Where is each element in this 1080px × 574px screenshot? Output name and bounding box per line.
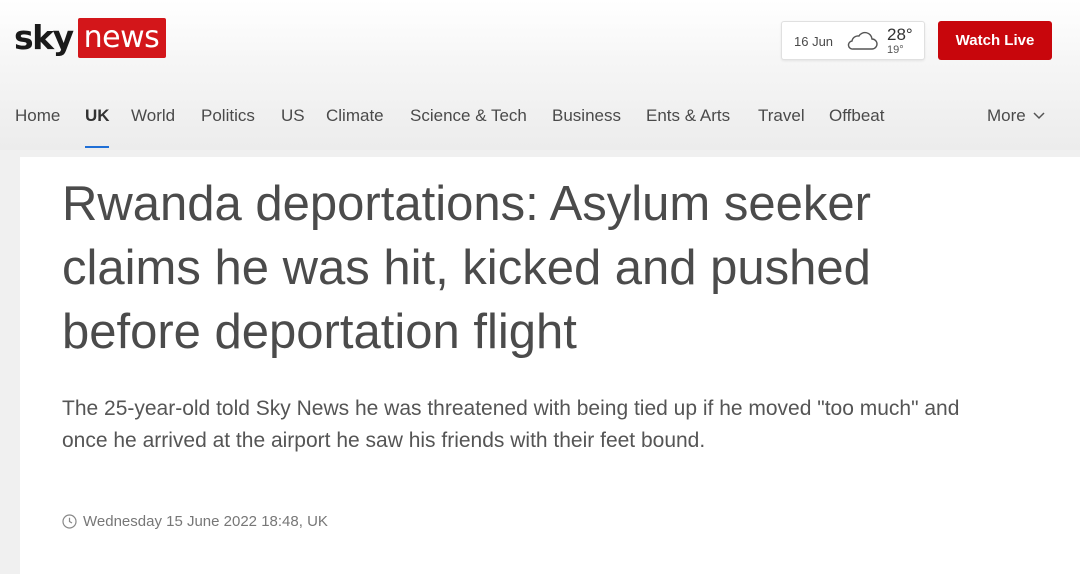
nav-item-science-tech[interactable]: Science & Tech bbox=[410, 106, 527, 126]
logo-sky-text: sky bbox=[14, 18, 74, 57]
nav-item-politics[interactable]: Politics bbox=[201, 106, 255, 126]
timestamp-text: Wednesday 15 June 2022 18:48, UK bbox=[83, 513, 328, 530]
watch-live-button[interactable]: Watch Live bbox=[938, 21, 1052, 60]
weather-widget[interactable]: 16 Jun 28° 19° bbox=[781, 21, 925, 60]
article-timestamp: Wednesday 15 June 2022 18:48, UK bbox=[62, 513, 328, 530]
weather-low-temp: 19° bbox=[887, 44, 904, 56]
nav-item-business[interactable]: Business bbox=[552, 106, 621, 126]
nav-item-us[interactable]: US bbox=[281, 106, 305, 126]
nav-item-climate[interactable]: Climate bbox=[326, 106, 384, 126]
clock-icon bbox=[62, 514, 77, 529]
active-tab-indicator bbox=[85, 146, 109, 148]
cloud-icon bbox=[846, 31, 878, 56]
sky-news-logo[interactable]: sky news bbox=[14, 17, 167, 59]
nav-item-uk[interactable]: UK bbox=[85, 106, 110, 126]
weather-date: 16 Jun bbox=[794, 34, 834, 49]
main-nav: Home UK World Politics US Climate Scienc… bbox=[0, 98, 1080, 138]
nav-item-travel[interactable]: Travel bbox=[758, 106, 805, 126]
nav-item-world[interactable]: World bbox=[131, 106, 175, 126]
nav-item-offbeat[interactable]: Offbeat bbox=[829, 106, 884, 126]
article-headline: Rwanda deportations: Asylum seeker claim… bbox=[62, 177, 871, 359]
nav-item-ents-arts[interactable]: Ents & Arts bbox=[646, 106, 730, 126]
nav-more-button[interactable]: More bbox=[987, 106, 1045, 126]
weather-high-temp: 28° bbox=[887, 25, 913, 44]
nav-more-label: More bbox=[987, 106, 1026, 125]
nav-item-home[interactable]: Home bbox=[15, 106, 60, 126]
chevron-down-icon bbox=[1033, 112, 1045, 120]
logo-news-text: news bbox=[77, 18, 167, 58]
article-standfirst: The 25-year-old told Sky News he was thr… bbox=[62, 397, 960, 452]
